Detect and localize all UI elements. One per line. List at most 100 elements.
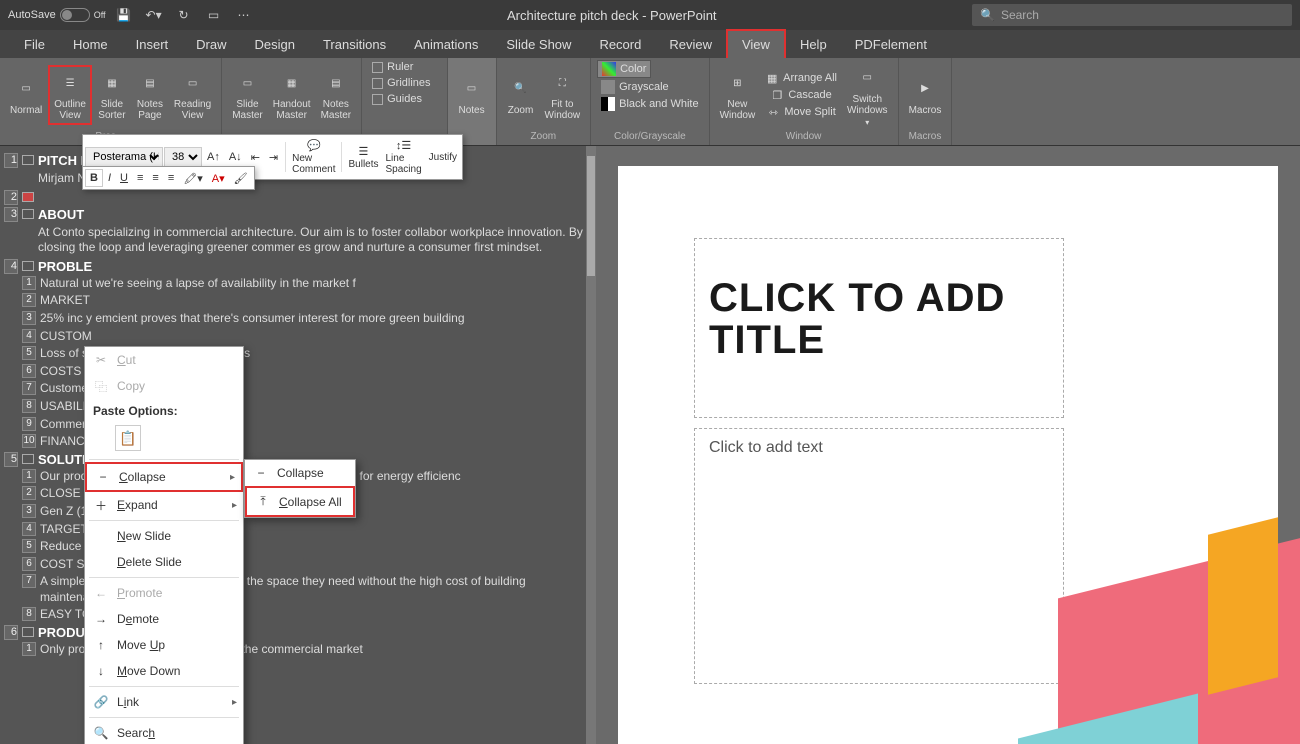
new-window-button[interactable]: ⊞New Window [716, 67, 760, 123]
slide-sorter-button[interactable]: ▦Slide Sorter [94, 67, 130, 123]
font-picker[interactable]: Posterama (H [85, 147, 163, 167]
outline-pane[interactable]: 1PITCH D Mirjam N 2 3ABOUT At Conto spec… [0, 146, 596, 744]
normal-view-button[interactable]: ▭Normal [6, 73, 46, 118]
paste-keep-text-icon[interactable]: 📋 [115, 425, 141, 451]
tab-pdfelement[interactable]: PDFelement [841, 31, 941, 58]
autosave-toggle[interactable] [60, 8, 90, 22]
notes-master-button[interactable]: ▤Notes Master [317, 67, 356, 123]
align-center-icon[interactable]: ≡ [148, 170, 162, 186]
cascade-button[interactable]: ❐Cascade [761, 87, 841, 103]
tab-file[interactable]: File [10, 31, 59, 58]
fit-window-button[interactable]: ⛶Fit to Window [541, 67, 585, 123]
move-split-button[interactable]: ⇿Move Split [761, 104, 841, 120]
indent-left-icon[interactable]: ⇤ [247, 149, 264, 166]
autosave-control[interactable]: AutoSave Off [8, 8, 106, 22]
title-placeholder[interactable]: CLICK TO ADD TITLE [694, 238, 1064, 418]
cm-copy[interactable]: ⿻Copy [85, 373, 243, 399]
format-painter-icon[interactable]: 🖌 [230, 170, 252, 187]
guides-checkbox[interactable]: Guides [368, 92, 426, 106]
indent-right-icon[interactable]: ⇥ [265, 149, 282, 166]
gridlines-checkbox[interactable]: Gridlines [368, 76, 434, 90]
notes-button[interactable]: ▭Notes [454, 73, 490, 118]
justify-button[interactable]: Justify [426, 150, 460, 165]
list-item[interactable]: 2MARKET [4, 292, 592, 310]
moveup-icon: ↑ [93, 637, 109, 653]
line-spacing-button[interactable]: ↕☰Line Spacing [383, 137, 425, 177]
cm-collapse[interactable]: −Collapse▸ [85, 462, 243, 492]
scroll-thumb[interactable] [587, 156, 595, 276]
bullets-button[interactable]: ☰Bullets [345, 143, 381, 172]
bold-button[interactable]: B [85, 169, 103, 187]
list-item[interactable]: 325% inc y emcient proves that there's c… [4, 310, 592, 328]
list-item[interactable]: 1Natural ut we're seeing a lapse of avai… [4, 275, 592, 293]
undo-icon[interactable]: ↶▾ [146, 7, 162, 23]
group-label-color: Color/Grayscale [597, 130, 702, 143]
fit-icon: ⛶ [548, 69, 576, 97]
slide-canvas-pane[interactable]: CLICK TO ADD TITLE Click to add text [596, 146, 1300, 744]
tab-insert[interactable]: Insert [122, 31, 183, 58]
new-comment-button[interactable]: 💬New Comment [289, 137, 338, 177]
search-box[interactable]: 🔍 Search [972, 4, 1292, 26]
list-item[interactable]: 4CUSTOM [4, 328, 592, 346]
notes-page-button[interactable]: ▤Notes Page [132, 67, 168, 123]
macros-button[interactable]: ▶Macros [905, 73, 946, 118]
cm-promote[interactable]: ←Promote [85, 580, 243, 606]
underline-button[interactable]: U [116, 170, 132, 186]
macros-icon: ▶ [911, 75, 939, 103]
autosave-state: Off [94, 10, 106, 20]
cm-link[interactable]: 🔗Link▸ [85, 689, 243, 715]
cm-delete-slide[interactable]: Delete Slide [85, 549, 243, 575]
slide-canvas[interactable]: CLICK TO ADD TITLE Click to add text [618, 166, 1278, 744]
cm-cut[interactable]: ✂CuCutt [85, 347, 243, 373]
switch-windows-button[interactable]: ▭Switch Windows▾ [843, 62, 892, 129]
tab-design[interactable]: Design [241, 31, 309, 58]
newwindow-icon: ⊞ [723, 69, 751, 97]
tab-transitions[interactable]: Transitions [309, 31, 400, 58]
outline-scrollbar[interactable] [586, 146, 596, 744]
tab-help[interactable]: Help [786, 31, 841, 58]
sm-collapse[interactable]: −Collapse [245, 460, 355, 486]
font-color-icon[interactable]: A▾ [208, 170, 229, 187]
save-icon[interactable]: 💾 [116, 7, 132, 23]
outline-slide-3[interactable]: 3ABOUT [4, 206, 592, 223]
ruler-checkbox[interactable]: Ruler [368, 60, 417, 74]
customize-qa-icon[interactable]: ⋯ [236, 7, 252, 23]
tab-slideshow[interactable]: Slide Show [492, 31, 585, 58]
group-label-zoom: Zoom [503, 130, 585, 143]
redo-icon[interactable]: ↻ [176, 7, 192, 23]
increase-font-icon[interactable]: A↑ [203, 149, 224, 165]
cm-new-slide[interactable]: New Slide [85, 523, 243, 549]
outline-slide-4[interactable]: 4PROBLE [4, 258, 592, 275]
cm-expand[interactable]: ＋Expand▸ [85, 492, 243, 518]
align-left-icon[interactable]: ≡ [133, 170, 147, 186]
italic-button[interactable]: I [104, 170, 115, 186]
font-size-picker[interactable]: 38 [164, 147, 202, 167]
tab-draw[interactable]: Draw [182, 31, 240, 58]
cm-search[interactable]: 🔍Search [85, 720, 243, 744]
tab-animations[interactable]: Animations [400, 31, 492, 58]
tab-home[interactable]: Home [59, 31, 122, 58]
grayscale-button[interactable]: Grayscale [597, 79, 673, 95]
slide-master-button[interactable]: ▭Slide Master [228, 67, 267, 123]
cm-move-down[interactable]: ↓Move Down [85, 658, 243, 684]
cm-demote[interactable]: →Demote [85, 606, 243, 632]
tab-review[interactable]: Review [655, 31, 726, 58]
color-button[interactable]: Color [597, 60, 651, 78]
notesmaster-icon: ▤ [322, 69, 350, 97]
align-right-icon[interactable]: ≡ [164, 170, 178, 186]
highlight-icon[interactable]: 🖍▾ [179, 170, 207, 187]
bw-button[interactable]: Black and White [597, 96, 702, 112]
handout-master-button[interactable]: ▦Handout Master [269, 67, 315, 123]
group-notes: ▭Notes [448, 58, 497, 145]
reading-view-button[interactable]: ▭Reading View [170, 67, 215, 123]
tab-view[interactable]: View [726, 29, 786, 58]
tab-record[interactable]: Record [585, 31, 655, 58]
present-icon[interactable]: ▭ [206, 7, 222, 23]
outline-slide-2[interactable]: 2 [4, 189, 592, 206]
cm-move-up[interactable]: ↑Move Up [85, 632, 243, 658]
zoom-button[interactable]: 🔍Zoom [503, 73, 539, 118]
outline-view-button[interactable]: ☰Outline View [48, 65, 92, 125]
arrange-all-button[interactable]: ▦Arrange All [761, 70, 841, 86]
sm-collapse-all[interactable]: ⤒Collapse All [245, 486, 355, 517]
decrease-font-icon[interactable]: A↓ [225, 149, 246, 165]
